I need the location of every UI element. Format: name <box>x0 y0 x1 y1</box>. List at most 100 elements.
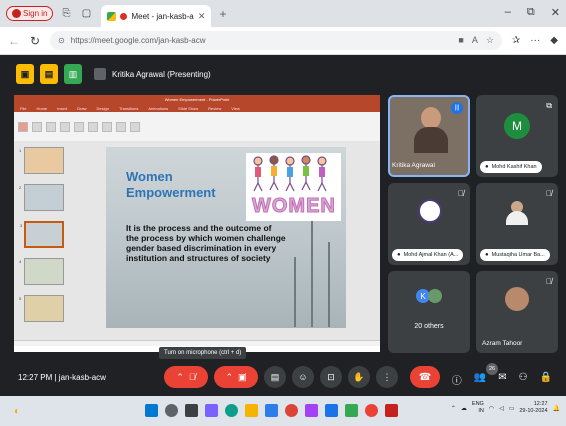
present-button[interactable]: ⊡ <box>320 366 342 388</box>
ppt-titlebar: Women Empowerment - PowerPoint <box>14 95 380 104</box>
taskbar-clock[interactable]: 12:27 29-10-2024 <box>519 401 547 415</box>
person-icon: ● <box>485 252 489 258</box>
ppt-tab: View <box>231 105 240 111</box>
new-tab-button[interactable]: + <box>219 7 226 21</box>
slide-thumbnails: 1 2 3 4 5 <box>18 147 64 344</box>
site-info-icon[interactable]: ⊙ <box>58 36 65 45</box>
sign-in-button[interactable]: Sign in <box>6 6 54 21</box>
ppt-title: Women Empowerment - PowerPoint <box>164 97 230 102</box>
arrange-icon <box>116 121 126 132</box>
close-window-button[interactable]: ✕ <box>551 6 560 19</box>
edge-browser-icon[interactable] <box>225 404 238 417</box>
speaking-indicator-icon: ||| <box>451 102 463 114</box>
minimize-button[interactable]: – <box>505 6 511 19</box>
thumb-number: 2 <box>19 185 22 190</box>
copilot-icon[interactable]: ◆ <box>550 35 558 46</box>
chevron-up-icon[interactable]: ⌃ <box>451 405 456 412</box>
back-arrow-icon[interactable]: ← <box>8 34 20 48</box>
task-view-icon[interactable] <box>185 404 198 417</box>
person-icon: ● <box>485 164 489 170</box>
recording-indicator-icon <box>120 12 128 20</box>
stop-presenting-icon[interactable]: ▣ <box>16 64 34 84</box>
start-menu-icon[interactable] <box>145 404 158 417</box>
favorites-icon[interactable]: ✰ <box>512 35 520 46</box>
notifications-icon[interactable]: 🔔 <box>553 405 560 412</box>
participant-name: Kritika Agrawal <box>392 162 435 169</box>
store-icon[interactable] <box>265 404 278 417</box>
tab-actions-icon[interactable]: ▢ <box>79 7 93 21</box>
tab-meet[interactable]: Meet - jan-kasb-acw ✕ <box>101 5 212 27</box>
others-count: 20 others <box>414 323 444 330</box>
read-aloud-icon[interactable]: A <box>472 35 478 46</box>
ppt-tab: Draw <box>77 105 87 111</box>
slide-thumbnail: 3 <box>20 221 64 248</box>
leave-call-button[interactable]: ☎ <box>410 366 440 388</box>
meeting-details-icon[interactable]: ⓘ <box>452 372 462 387</box>
taskbar-apps <box>145 404 398 417</box>
cloud-icon[interactable]: ☁ <box>461 405 467 412</box>
ppt-tab: File <box>20 105 27 111</box>
search-icon[interactable] <box>165 404 178 417</box>
chat-icon[interactable]: ✉ <box>498 372 506 387</box>
pin-presentation-icon[interactable]: ▥ <box>64 64 82 84</box>
people-icon[interactable]: 👥 <box>474 372 486 387</box>
captions-icon: ▤ <box>270 371 280 382</box>
copilot-app-icon[interactable] <box>205 404 218 417</box>
app-icon[interactable] <box>345 404 358 417</box>
url-field[interactable]: ⊙ https://meet.google.com/jan-kasb-acw ■… <box>50 31 502 50</box>
profile-icon <box>12 9 21 18</box>
microphone-button[interactable]: ⌃ 🎙̸ <box>164 366 208 388</box>
reload-icon[interactable]: ↻ <box>30 34 40 48</box>
participant-video <box>414 107 448 155</box>
app-icon[interactable] <box>305 404 318 417</box>
meet-topbar: ▣ ▤ ▥ Kritika Agrawal (Presenting) <box>16 63 211 85</box>
host-controls-icon[interactable]: 🔒 <box>540 372 552 387</box>
participant-tile-ajmal[interactable]: 🎙̸ ● Mohd Ajmal Khan (A... <box>388 183 470 265</box>
chrome-icon[interactable] <box>285 404 298 417</box>
battery-icon[interactable]: ▭ <box>509 405 515 412</box>
chevron-up-icon[interactable]: ⌃ <box>225 372 233 383</box>
participant-tile-azram[interactable]: 🎙̸ Azram Tahoor <box>476 271 558 353</box>
weather-widget-icon[interactable]: ◐ <box>14 406 20 417</box>
file-explorer-icon[interactable] <box>245 404 258 417</box>
workspaces-icon[interactable]: ⎘ <box>59 7 73 21</box>
camera-button[interactable]: ⌃ ▣̸ <box>214 366 258 388</box>
participant-tile-mustaqiha[interactable]: 🎙̸ ● Mustaqiha Umar Ba... <box>476 183 558 265</box>
participant-avatar <box>418 199 442 223</box>
participant-tile-kritika[interactable]: ||| Kritika Agrawal <box>388 95 470 177</box>
chevron-up-icon[interactable]: ⌃ <box>176 372 184 383</box>
layout-icon <box>46 121 56 132</box>
raise-hand-button[interactable]: ✋ <box>348 366 370 388</box>
slide-body-text: It is the process and the outcome of the… <box>126 223 286 263</box>
tile-options-icon[interactable]: ⧉ <box>546 101 552 111</box>
favorite-star-icon[interactable]: ☆ <box>486 35 494 46</box>
participant-tile-kashif[interactable]: M ⧉ ● Mohd Kashif Khan <box>476 95 558 177</box>
wifi-icon[interactable]: ◠ <box>489 405 494 412</box>
captions-button[interactable]: ▤ <box>264 366 286 388</box>
system-tray: ⌃ ☁ ENG IN ◠ ◁ ▭ 12:27 29-10-2024 🔔 <box>451 401 560 415</box>
participant-tile-others[interactable]: K 20 others <box>388 271 470 353</box>
close-tab-icon[interactable]: ✕ <box>198 11 206 22</box>
shared-screen[interactable]: Women Empowerment - PowerPoint File Home… <box>14 95 380 352</box>
mic-off-icon: 🎙̸ <box>188 372 196 382</box>
language-indicator[interactable]: ENG IN <box>472 401 484 415</box>
clock-time: 12:27 <box>533 401 548 407</box>
app-icon[interactable] <box>365 404 378 417</box>
presentation-options-icon[interactable]: ▤ <box>40 64 58 84</box>
camera-in-use-icon[interactable]: ■ <box>458 35 463 46</box>
more-options-button[interactable]: ⋮ <box>376 366 398 388</box>
app-icon[interactable] <box>385 404 398 417</box>
activities-icon[interactable]: ⚇ <box>519 372 528 387</box>
restore-button[interactable]: ⧉ <box>527 6 535 19</box>
ppt-tab: Design <box>96 105 109 111</box>
app-icon[interactable] <box>325 404 338 417</box>
new-slide-icon <box>32 121 42 132</box>
volume-icon[interactable]: ◁ <box>499 405 504 412</box>
font-icon <box>60 121 70 132</box>
reactions-button[interactable]: ☺ <box>292 366 314 388</box>
ppt-tab: Slide Show <box>178 105 199 111</box>
meeting-info: 12:27 PM | jan-kasb-acw <box>18 373 106 382</box>
slide-title: Women Empowerment <box>126 169 216 201</box>
more-menu-icon[interactable]: ··· <box>530 35 540 46</box>
mic-tooltip: Turn on microphone (ctrl + d) <box>159 347 247 359</box>
